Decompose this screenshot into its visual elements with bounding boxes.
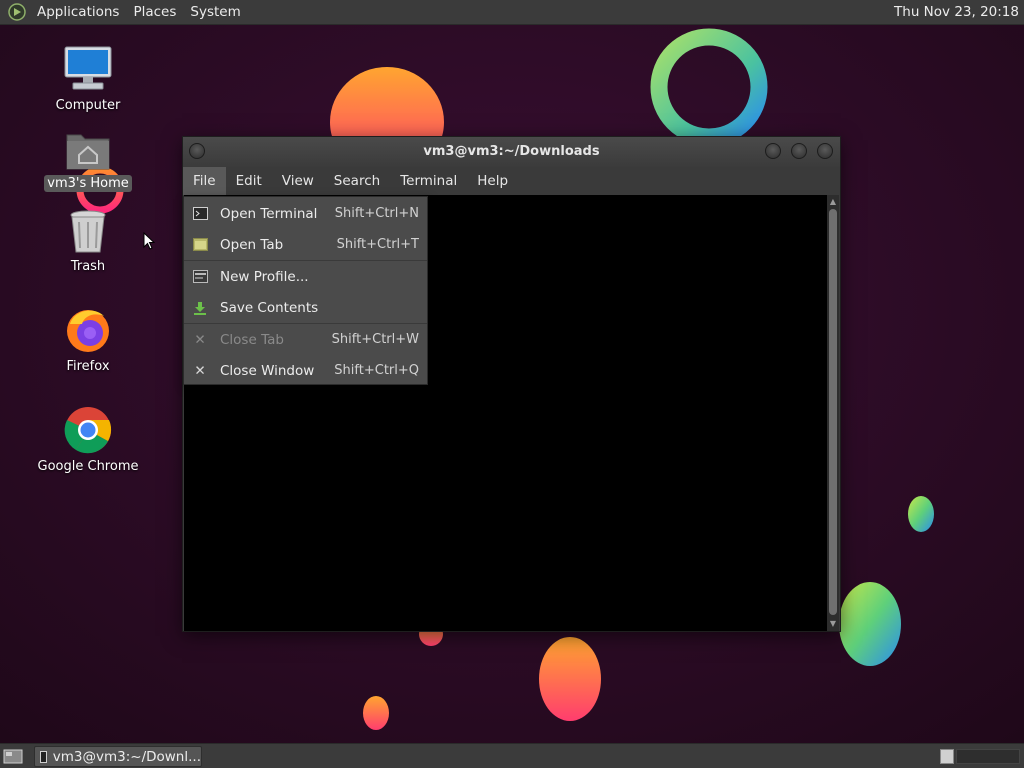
menu-item-label: Close Window <box>220 362 315 379</box>
desktop-icon-home[interactable]: vm3's Home <box>33 129 143 192</box>
scroll-up-arrow-icon[interactable]: ▲ <box>828 197 838 207</box>
desktop-icon-label: Trash <box>70 259 106 274</box>
desktop-icon-label: Firefox <box>66 359 110 374</box>
close-icon: ✕ <box>194 362 206 379</box>
menu-terminal[interactable]: Terminal <box>390 167 467 195</box>
menu-item-save-contents[interactable]: Save Contents <box>184 292 427 323</box>
file-dropdown-menu: Open Terminal Shift+Ctrl+N Open Tab Shif… <box>183 196 428 385</box>
menu-item-shortcut: Shift+Ctrl+W <box>331 332 419 347</box>
menu-item-label: Open Tab <box>220 236 284 253</box>
desktop-icon-label: vm3's Home <box>44 175 132 192</box>
menu-item-shortcut: Shift+Ctrl+Q <box>334 363 419 378</box>
scrollbar-thumb[interactable] <box>829 209 837 615</box>
menu-item-label: Open Terminal <box>220 205 318 222</box>
maximize-button[interactable] <box>791 143 807 159</box>
close-button[interactable] <box>817 143 833 159</box>
desktop-icon-firefox[interactable]: Firefox <box>33 306 143 375</box>
places-menu[interactable]: Places <box>126 0 183 25</box>
menu-search[interactable]: Search <box>324 167 390 195</box>
menu-edit[interactable]: Edit <box>226 167 272 195</box>
window-titlebar[interactable]: vm3@vm3:~/Downloads <box>183 137 840 167</box>
desktop-icon-chrome[interactable]: Google Chrome <box>33 406 143 475</box>
desktop-icon-label: Google Chrome <box>37 459 139 474</box>
workspace-switcher-2[interactable] <box>956 749 1020 764</box>
save-download-icon <box>192 300 208 316</box>
tab-icon <box>192 237 208 253</box>
window-title: vm3@vm3:~/Downloads <box>423 144 600 159</box>
desktop-icon-trash[interactable]: Trash <box>33 208 143 275</box>
profile-icon <box>192 269 208 285</box>
menu-item-shortcut: Shift+Ctrl+T <box>336 237 419 252</box>
menu-item-shortcut: Shift+Ctrl+N <box>334 206 419 221</box>
menu-item-label: Close Tab <box>220 331 284 348</box>
terminal-icon <box>40 750 47 763</box>
distro-logo-icon[interactable] <box>8 3 26 21</box>
terminal-scrollbar[interactable]: ▲ ▼ <box>827 195 839 631</box>
desktop-icon-label: Computer <box>55 98 121 113</box>
applications-menu[interactable]: Applications <box>30 0 126 25</box>
close-icon: ✕ <box>194 331 206 348</box>
menu-view[interactable]: View <box>272 167 324 195</box>
minimize-button[interactable] <box>765 143 781 159</box>
menu-item-label: Save Contents <box>220 299 319 316</box>
trash-icon <box>70 210 106 253</box>
menu-item-open-terminal[interactable]: Open Terminal Shift+Ctrl+N <box>184 198 427 229</box>
menu-item-open-tab[interactable]: Open Tab Shift+Ctrl+T <box>184 229 427 260</box>
bottom-panel: vm3@vm3:~/Downl... <box>0 743 1024 768</box>
scroll-down-arrow-icon[interactable]: ▼ <box>828 619 838 629</box>
desktop-icon-computer[interactable]: Computer <box>33 45 143 114</box>
terminal-menubar: File Edit View Search Terminal Help <box>183 167 840 195</box>
system-menu[interactable]: System <box>183 0 247 25</box>
home-folder-icon <box>66 134 110 170</box>
top-panel: Applications Places System Thu Nov 23, 2… <box>0 0 1024 25</box>
firefox-icon <box>67 310 109 352</box>
workspace-switcher-1[interactable] <box>940 749 954 764</box>
taskbar-button-label: vm3@vm3:~/Downl... <box>52 748 201 765</box>
taskbar-button-terminal[interactable]: vm3@vm3:~/Downl... <box>34 746 202 767</box>
show-desktop-icon[interactable] <box>3 748 23 764</box>
menu-item-close-window[interactable]: ✕ Close Window Shift+Ctrl+Q <box>184 355 427 386</box>
chrome-icon <box>64 407 112 454</box>
computer-icon <box>64 46 112 90</box>
mouse-pointer-icon <box>143 232 155 250</box>
menu-item-close-tab: ✕ Close Tab Shift+Ctrl+W <box>184 324 427 355</box>
terminal-icon <box>192 206 208 222</box>
menu-help[interactable]: Help <box>467 167 518 195</box>
menu-item-new-profile[interactable]: New Profile... <box>184 261 427 292</box>
menu-item-label: New Profile... <box>220 268 309 285</box>
clock[interactable]: Thu Nov 23, 20:18 <box>894 0 1019 25</box>
menu-file[interactable]: File <box>183 167 226 195</box>
